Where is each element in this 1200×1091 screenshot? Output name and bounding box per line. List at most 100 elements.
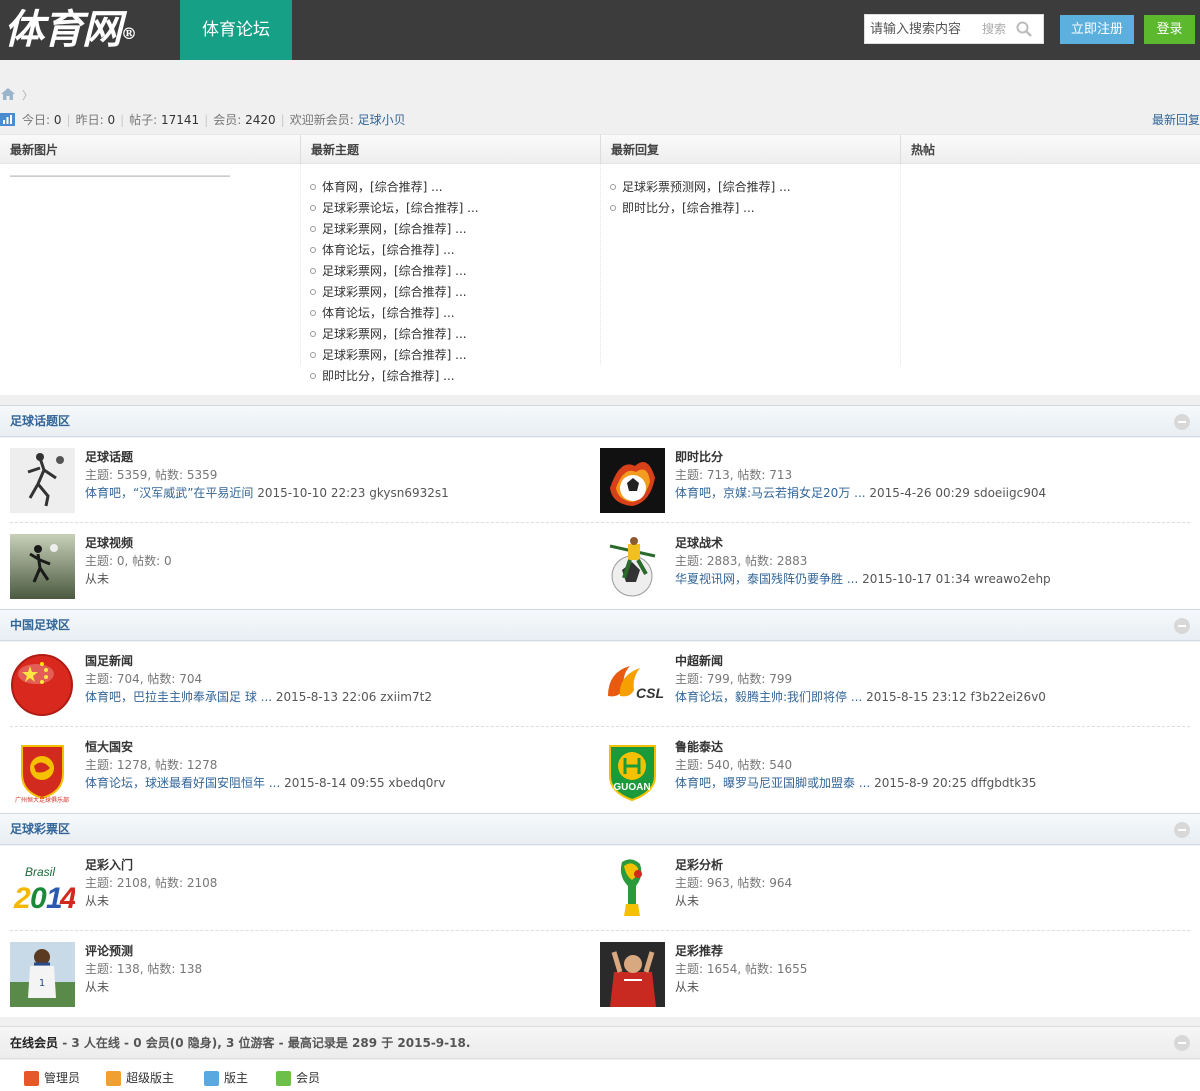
forum-last-post: 体育吧，曝罗马尼亚国脚或加盟泰 ... 2015-8-9 20:25 dffgb… — [675, 774, 1036, 791]
newest-member-link[interactable]: 足球小贝 — [358, 113, 406, 127]
collapse-icon[interactable] — [1174, 414, 1190, 430]
latest-topic-item[interactable]: 足球彩票网，[综合推荐] ... — [310, 261, 600, 282]
brasil-2014-logo-icon[interactable]: Brasil2014 — [10, 856, 75, 921]
yesterday-count: 0 — [107, 113, 116, 127]
search-icon[interactable] — [1016, 21, 1032, 37]
csl-logo-icon[interactable]: CSL — [600, 652, 665, 717]
legend-label: 超级版主 — [126, 1071, 175, 1085]
latest-topic-item[interactable]: 足球彩票网，[综合推荐] ... — [310, 282, 600, 303]
posts-count: 17141 — [161, 113, 200, 127]
player-applause-icon[interactable] — [600, 942, 665, 1007]
online-summary: 在线会员 - 3 人在线 - 0 会员(0 隐身), 3 位游客 - 最高记录是… — [10, 1027, 470, 1059]
logo-text: 体育网 — [4, 6, 122, 53]
player-photo-icon[interactable]: 1 — [10, 942, 75, 1007]
collapse-icon[interactable] — [1174, 618, 1190, 634]
last-post-link[interactable]: 体育论坛，球迷最看好国安阻恒年 ... — [85, 776, 280, 790]
site-logo[interactable]: 体育网® — [4, 4, 137, 56]
evergrande-crest-icon[interactable]: 广州恒大足球俱乐部 — [10, 738, 75, 803]
login-button[interactable]: 登录 — [1144, 15, 1195, 44]
svg-text:2: 2 — [13, 882, 31, 915]
latest-reply-item[interactable]: 足球彩票预测网，[综合推荐] ... — [610, 177, 900, 198]
collapse-icon[interactable] — [1174, 822, 1190, 838]
online-summary-text: - 3 人在线 - 0 会员(0 隐身), 3 位游客 - 最高记录是 289 … — [58, 1036, 471, 1050]
row-divider — [10, 522, 1190, 523]
forum-name-link[interactable]: 足彩入门 — [85, 856, 133, 873]
forum-last-post: 体育吧，巴拉圭主帅奉承国足 球 ... 2015-8-13 22:06 zxii… — [85, 688, 432, 705]
latest-topic-item[interactable]: 足球彩票网，[综合推荐] ... — [310, 324, 600, 345]
last-post-meta: 2015-8-15 23:12 f3b22ei26v0 — [866, 690, 1046, 704]
member-legend: 管理员 超级版主 版主 会员 — [0, 1060, 1200, 1091]
legend-item: 管理员 — [24, 1070, 80, 1086]
forum-name-link[interactable]: 中超新闻 — [675, 652, 723, 669]
members-label: 会员: — [213, 113, 242, 127]
latest-topic-item[interactable]: 体育论坛，[综合推荐] ... — [310, 240, 600, 261]
forum-name-link[interactable]: 足球视频 — [85, 534, 133, 551]
forum-stats: 主题: 2108, 帖数: 2108 — [85, 876, 218, 890]
last-post-link[interactable]: 体育吧，曝罗马尼亚国脚或加盟泰 ... — [675, 776, 870, 790]
section-title[interactable]: 足球彩票区 — [10, 814, 70, 845]
forum-stats: 主题: 0, 帖数: 0 — [85, 554, 172, 568]
members-count: 2420 — [245, 113, 276, 127]
forum-entry: 足彩分析 主题: 963, 帖数: 964 从未 — [600, 856, 1180, 926]
nav-tab-forum[interactable]: 体育论坛 — [180, 0, 292, 60]
world-cup-logo-icon[interactable] — [600, 856, 665, 921]
portal-block: 最新图片 最新主题 体育网，[综合推荐] ... 足球彩票论坛，[综合推荐] ..… — [0, 134, 1200, 395]
latest-topic-item[interactable]: 足球彩票论坛，[综合推荐] ... — [310, 198, 600, 219]
forum-name-link[interactable]: 即时比分 — [675, 448, 723, 465]
collapse-icon[interactable] — [1174, 1035, 1190, 1051]
last-post-meta: 从未 — [85, 894, 110, 908]
forum-name-link[interactable]: 评论预测 — [85, 942, 133, 959]
latest-reply-item[interactable]: 即时比分，[综合推荐] ... — [610, 198, 900, 219]
portal-column-latest-replies: 最新回复 足球彩票预测网，[综合推荐] ... 即时比分，[综合推荐] ... — [600, 134, 900, 395]
latest-topic-item[interactable]: 即时比分，[综合推荐] ... — [310, 366, 600, 387]
forum-name-link[interactable]: 足彩推荐 — [675, 942, 723, 959]
player-silhouette-icon[interactable] — [10, 534, 75, 599]
last-post-link[interactable]: 体育吧，“汉军威武”在平易近间 — [85, 486, 253, 500]
latest-topic-item[interactable]: 体育论坛，[综合推荐] ... — [310, 303, 600, 324]
legend-item: 版主 — [204, 1070, 248, 1086]
section-title[interactable]: 足球话题区 — [10, 406, 70, 437]
last-post-link[interactable]: 体育吧，巴拉圭主帅奉承国足 球 ... — [85, 690, 272, 704]
search-input[interactable] — [865, 15, 975, 43]
forum-stats: 主题: 963, 帖数: 964 — [675, 876, 793, 890]
last-post-link[interactable]: 华夏视讯网，泰国残阵仍要争胜 ... — [675, 572, 858, 586]
online-label[interactable]: 在线会员 — [10, 1036, 58, 1050]
latest-topic-item[interactable]: 体育网，[综合推荐] ... — [310, 177, 600, 198]
flaming-ball-icon[interactable] — [600, 448, 665, 513]
forum-stats: 主题: 713, 帖数: 713 — [675, 468, 793, 482]
last-post-link[interactable]: 体育吧，京媒:马云若捐女足20万 ... — [675, 486, 866, 500]
latest-replies-link[interactable]: 最新回复 — [1152, 111, 1200, 128]
forum-entry: CSL 中超新闻主题: 799, 帖数: 799 体育论坛，毅腾主帅:我们即将停 .… — [600, 652, 1180, 722]
portal-column-title: 最新主题 — [300, 134, 600, 164]
register-button[interactable]: 立即注册 — [1060, 15, 1134, 44]
forum-last-post: 体育吧，京媒:马云若捐女足20万 ... 2015-4-26 00:29 sdo… — [675, 484, 1046, 501]
soccer-player-sketch-icon[interactable] — [10, 448, 75, 513]
section-title[interactable]: 中国足球区 — [10, 610, 70, 641]
latest-topic-item[interactable]: 足球彩票网，[综合推荐] ... — [310, 345, 600, 366]
today-label: 今日: — [22, 113, 51, 127]
player-kick-icon[interactable] — [600, 534, 665, 599]
forum-name-link[interactable]: 鲁能泰达 — [675, 738, 723, 755]
online-members-bar: 在线会员 - 3 人在线 - 0 会员(0 隐身), 3 位游客 - 最高记录是… — [0, 1026, 1200, 1059]
forum-stats: 主题: 540, 帖数: 540 — [675, 758, 793, 772]
latest-topics-list: 体育网，[综合推荐] ... 足球彩票论坛，[综合推荐] ... 足球彩票网，[综合… — [300, 164, 600, 387]
forum-entry: 即时比分主题: 713, 帖数: 713 体育吧，京媒:马云若捐女足20万 ...… — [600, 448, 1180, 518]
search-label[interactable]: 搜索 — [982, 15, 1006, 43]
guoan-crest-icon[interactable]: GUOAN — [600, 738, 665, 803]
svg-text:广州恒大足球俱乐部: 广州恒大足球俱乐部 — [15, 796, 69, 803]
forum-section-header: 足球彩票区 — [0, 813, 1200, 845]
china-flag-ball-icon[interactable] — [10, 652, 75, 717]
forum-name-link[interactable]: 足球话题 — [85, 448, 133, 465]
forum-section-header: 足球话题区 — [0, 405, 1200, 437]
home-icon[interactable] — [0, 87, 16, 101]
last-post-link[interactable]: 体育论坛，毅腾主帅:我们即将停 ... — [675, 690, 862, 704]
posts-label: 帖子: — [129, 113, 158, 127]
forum-entry: 足球话题 主题: 5359, 帖数: 5359 体育吧，“汉军威武”在平易近间 20… — [10, 448, 590, 518]
forum-name-link[interactable]: 足彩分析 — [675, 856, 723, 873]
forum-name-link[interactable]: 恒大国安 — [85, 738, 133, 755]
user-group-icon — [276, 1071, 291, 1086]
latest-topic-item[interactable]: 足球彩票网，[综合推荐] ... — [310, 219, 600, 240]
forum-name-link[interactable]: 国足新闻 — [85, 652, 133, 669]
forum-name-link[interactable]: 足球战术 — [675, 534, 723, 551]
forum-stats: 主题: 799, 帖数: 799 — [675, 672, 793, 686]
